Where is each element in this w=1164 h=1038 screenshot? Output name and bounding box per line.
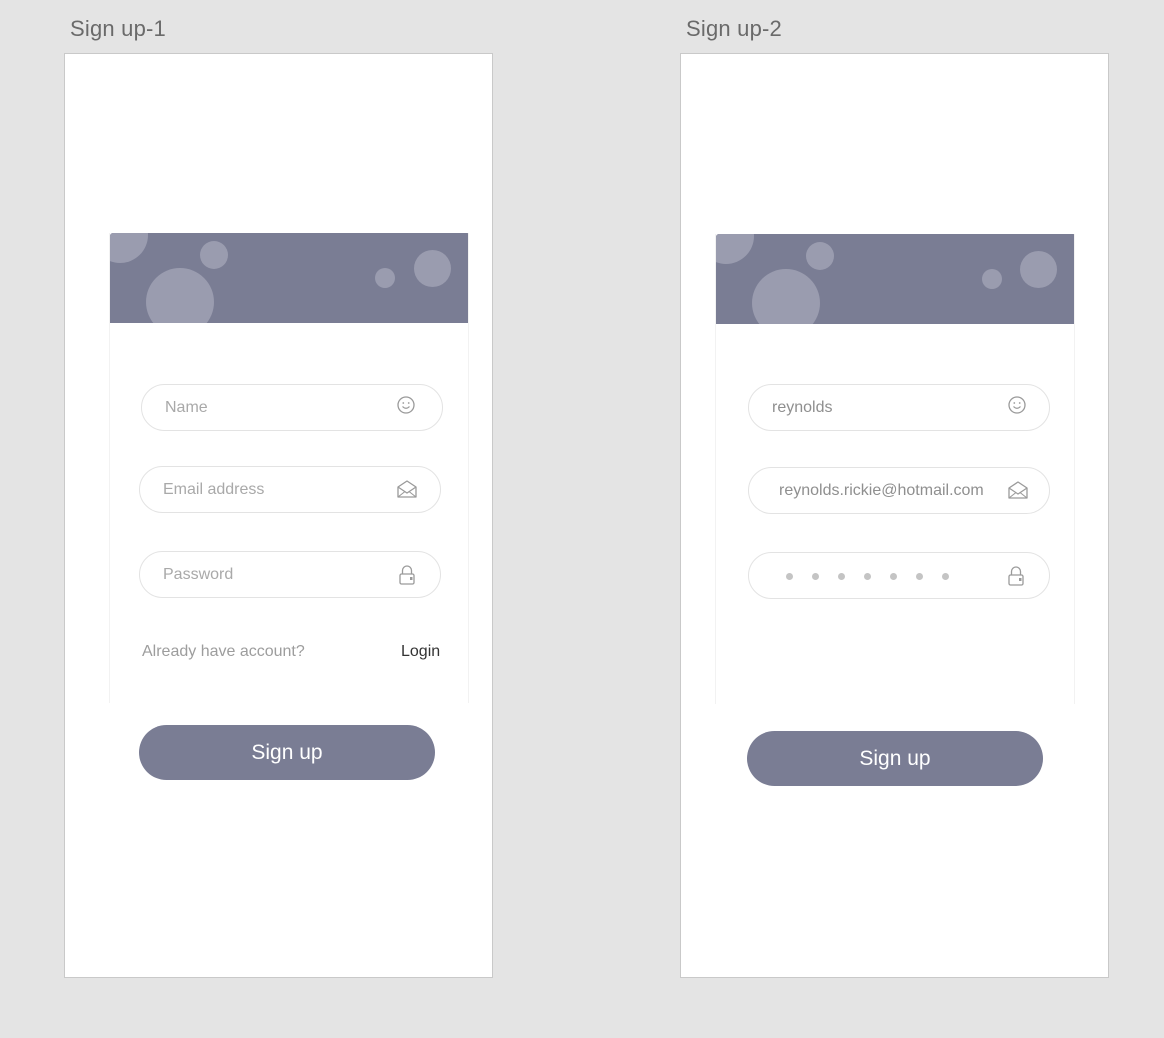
artboard-label-sign-up-2: Sign up-2 [686, 16, 782, 41]
lock-icon [1007, 565, 1029, 587]
password-mask-dot [942, 573, 949, 580]
password-input-placeholder: Password [163, 566, 234, 583]
decorative-bubble [752, 269, 820, 324]
password-mask-dot [786, 573, 793, 580]
email-input[interactable]: Email address [139, 466, 441, 513]
email-input[interactable]: reynolds.rickie@hotmail.com [748, 467, 1050, 514]
password-mask-dot [812, 573, 819, 580]
decorative-bubble [146, 268, 214, 323]
name-input-value: reynolds [772, 399, 833, 416]
decorative-bubble [200, 241, 228, 269]
decorative-bubble [806, 242, 834, 270]
email-input-value: reynolds.rickie@hotmail.com [779, 482, 984, 499]
name-input[interactable]: Name [141, 384, 443, 431]
envelope-icon [1007, 480, 1029, 502]
artboard-sign-up-2: reynolds reynolds.rickie@hotmail.com Sig… [680, 53, 1109, 978]
password-input[interactable] [748, 552, 1050, 599]
already-have-account-text: Already have account? [142, 643, 305, 660]
artboard-sign-up-1: Name Email address Password Already have… [64, 53, 493, 978]
decorative-bubble [1020, 251, 1057, 288]
name-input[interactable]: reynolds [748, 384, 1050, 431]
password-mask-dot [864, 573, 871, 580]
password-mask-dot [916, 573, 923, 580]
sign-up-button[interactable]: Sign up [747, 731, 1043, 786]
card-header-banner [110, 233, 468, 323]
email-input-placeholder: Email address [163, 481, 265, 498]
login-link[interactable]: Login [401, 643, 440, 661]
smiley-icon [396, 395, 418, 417]
password-input[interactable]: Password [139, 551, 441, 598]
signup-card: Name Email address Password Already have… [109, 233, 469, 703]
smiley-icon [1007, 395, 1029, 417]
password-mask-dot [838, 573, 845, 580]
decorative-bubble [375, 268, 395, 288]
envelope-icon [396, 479, 418, 501]
signup-card: reynolds reynolds.rickie@hotmail.com [715, 234, 1075, 704]
card-header-banner [716, 234, 1074, 324]
lock-icon [398, 564, 420, 586]
password-mask-dot [890, 573, 897, 580]
password-mask [786, 573, 949, 580]
decorative-bubble [110, 233, 148, 263]
artboard-label-sign-up-1: Sign up-1 [70, 16, 166, 41]
sign-up-button[interactable]: Sign up [139, 725, 435, 780]
decorative-bubble [414, 250, 451, 287]
name-input-placeholder: Name [165, 399, 208, 416]
decorative-bubble [716, 234, 754, 264]
decorative-bubble [982, 269, 1002, 289]
